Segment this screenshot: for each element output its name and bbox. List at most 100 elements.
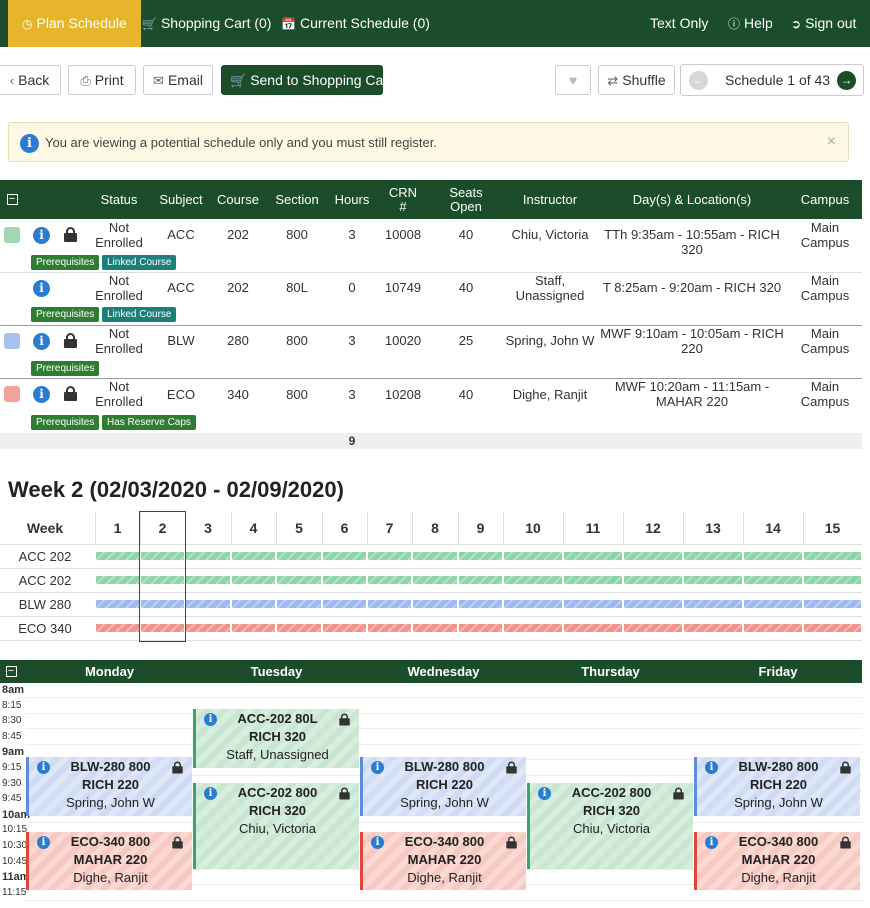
status-line1: Not [108,273,130,288]
event-course: ECO-340 800 [404,834,485,849]
info-icon: i [20,134,39,153]
prerequisites-tag[interactable]: Prerequisites [31,361,100,376]
week-grid-line [0,592,862,593]
close-alert-button[interactable]: × [827,133,836,151]
info-icon[interactable]: i [33,386,50,403]
event-instructor: Spring, John W [400,795,489,810]
week-grid-line [367,512,368,544]
nav-help[interactable]: ⓘ Help [728,0,773,47]
week-number-11[interactable]: 11 [563,512,623,544]
day-friday: Friday [758,664,798,679]
event-blw-280-monday[interactable]: i BLW-280 800 RICH 220 Spring, John W [26,757,192,816]
week-number-7[interactable]: 7 [367,512,412,544]
section-cell: 800 [286,333,308,348]
lock-icon[interactable] [64,227,77,242]
collapse-calendar-toggle[interactable]: − [0,660,22,683]
week-number-14[interactable]: 14 [743,512,803,544]
week-number-6[interactable]: 6 [322,512,367,544]
total-hours: 9 [348,434,356,448]
nav-text-only[interactable]: Text Only [650,0,708,47]
week-number-5[interactable]: 5 [276,512,322,544]
event-room: MAHAR 220 [407,852,482,867]
time-label: 9:15 [2,762,22,773]
week-number-1[interactable]: 1 [95,512,140,544]
nav-current-schedule[interactable]: 📅 Current Schedule (0) [281,0,430,47]
event-eco-340-wednesday[interactable]: i ECO-340 800 MAHAR 220 Dighe, Ranjit [360,832,526,890]
week-bar-segment [186,600,230,608]
shuffle-button[interactable]: ⇄ Shuffle [598,65,675,95]
week-bar-segment [277,600,321,608]
nav-shopping-cart[interactable]: 🛒 Shopping Cart (0) [142,0,271,47]
week-number-9[interactable]: 9 [458,512,503,544]
course-cell: 202 [227,227,249,242]
info-icon[interactable]: i [33,227,50,244]
print-icon: ⎙ [80,73,91,88]
week-number-12[interactable]: 12 [623,512,683,544]
week-bar-segment [744,552,802,560]
event-acc-202-80l-tuesday[interactable]: i ACC-202 80L RICH 320 Staff, Unassigned [193,709,359,768]
week-number-10[interactable]: 10 [503,512,563,544]
collapse-table-toggle[interactable]: − [0,180,24,219]
nav-sign-out[interactable]: ➲ Sign out [791,0,856,47]
week-title: Week 2 (02/03/2020 - 02/09/2020) [8,477,344,502]
week-bar-segment [684,552,742,560]
status-cell: Not Enrolled [92,273,146,303]
week-number-4[interactable]: 4 [231,512,276,544]
lock-icon[interactable] [64,333,77,348]
week-bar-segment [564,576,622,584]
week-bar-segment [459,624,502,632]
previous-schedule-button[interactable]: ← [689,71,708,90]
instructor-line1: Staff, [534,273,566,288]
week-number-15[interactable]: 15 [803,512,862,544]
col-crn-line2: # [399,198,407,214]
event-blw-280-friday[interactable]: i BLW-280 800 RICH 220 Spring, John W [694,757,860,816]
event-instructor: Dighe, Ranjit [741,870,816,885]
back-button[interactable]: ‹ Back [0,65,61,95]
prerequisites-tag[interactable]: Prerequisites [31,307,100,322]
prerequisites-tag[interactable]: Prerequisites [31,415,100,430]
print-button[interactable]: ⎙ Print [68,65,136,95]
week-bar-segment [277,624,321,632]
event-acc-202-thursday[interactable]: i ACC-202 800 RICH 320 Chiu, Victoria [527,783,693,869]
subject-cell: BLW [167,333,195,348]
next-schedule-button[interactable]: → [837,71,856,90]
email-button[interactable]: ✉ Email [143,65,213,95]
close-icon: × [826,133,836,150]
reserve-caps-tag[interactable]: Has Reserve Caps [102,415,196,430]
event-blw-280-wednesday[interactable]: i BLW-280 800 RICH 220 Spring, John W [360,757,526,816]
status-line1: Not [108,220,130,235]
linked-course-tag[interactable]: Linked Course [102,307,177,322]
week-number-8[interactable]: 8 [412,512,458,544]
event-eco-340-monday[interactable]: i ECO-340 800 MAHAR 220 Dighe, Ranjit [26,832,192,890]
schedule-table-header: − Status Subject Course Section Hours CR… [0,180,862,219]
favorite-button[interactable]: ♥ [555,65,591,95]
time-label: 10:30 [2,840,28,851]
week-column-header: Week [26,520,64,536]
week-number-13[interactable]: 13 [683,512,743,544]
week-bar-segment [277,576,321,584]
linked-course-tag[interactable]: Linked Course [102,255,177,270]
col-hours: Hours [334,191,370,207]
question-circle-icon: ⓘ [728,17,741,31]
campus-cell: Main Campus [792,379,858,409]
crn-cell: 10208 [384,387,422,402]
info-icon[interactable]: i [33,333,50,350]
time-label: 8:30 [2,715,22,727]
prerequisites-tag[interactable]: Prerequisites [31,255,100,270]
section-cell: 800 [286,387,308,402]
send-to-shopping-cart-button[interactable]: 🛒 Send to Shopping Cart [221,65,392,95]
col-instructor: Instructor [522,191,578,207]
send-to-cart-label: Send to Shopping Cart [250,72,392,88]
totals-row: 9 [0,433,862,449]
time-slot-line [26,728,862,730]
week-number-3[interactable]: 3 [185,512,231,544]
lock-icon[interactable] [64,386,77,401]
event-acc-202-tuesday[interactable]: i ACC-202 800 RICH 320 Chiu, Victoria [193,783,359,869]
event-eco-340-friday[interactable]: i ECO-340 800 MAHAR 220 Dighe, Ranjit [694,832,860,890]
nav-plan-schedule[interactable]: ◷ Plan Schedule [8,0,141,47]
week-bar-segment [804,552,861,560]
campus-cell: Main Campus [792,273,858,303]
time-label: 8:15 [2,699,22,711]
status-line1: Not [108,379,130,394]
info-icon[interactable]: i [33,280,50,297]
